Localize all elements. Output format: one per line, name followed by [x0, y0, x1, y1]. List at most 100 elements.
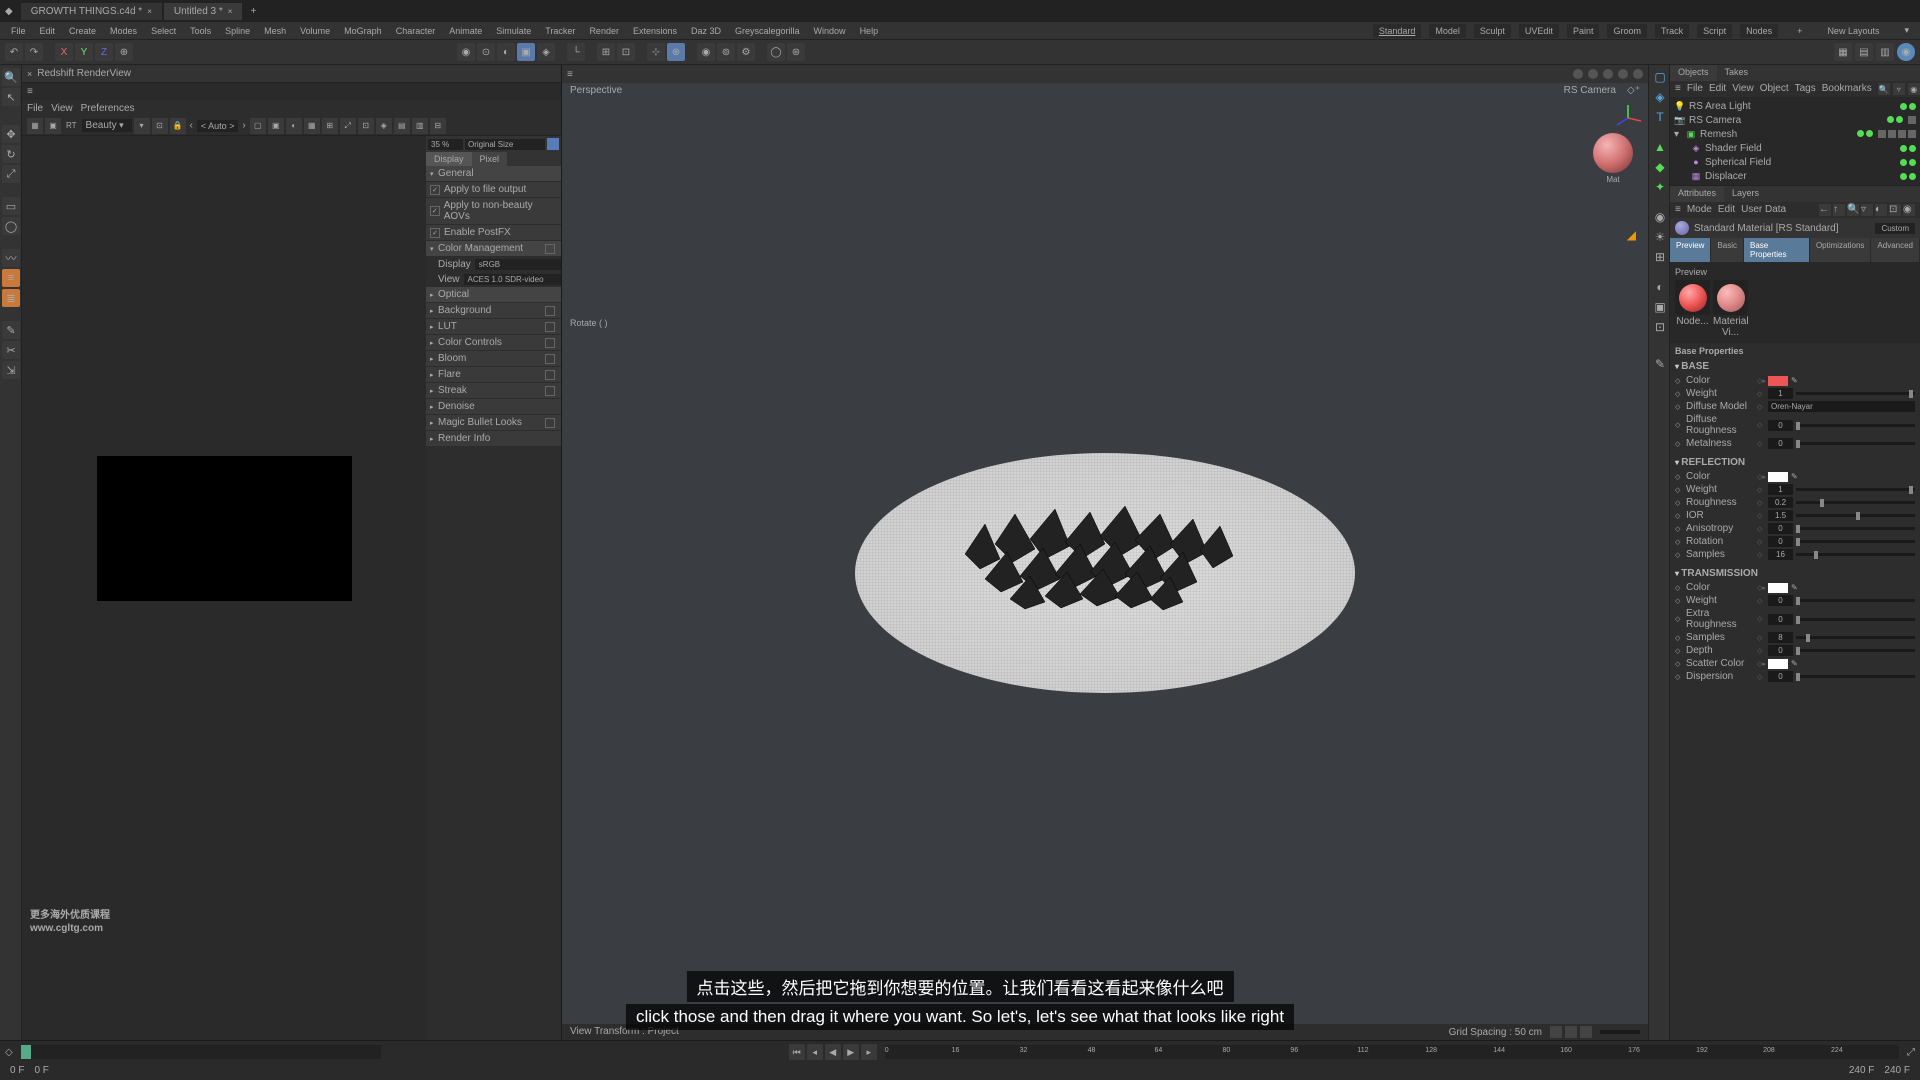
select-icon[interactable]: ▭ — [2, 197, 20, 215]
mtab-opt[interactable]: Optimizations — [1810, 238, 1870, 262]
menu-spline[interactable]: Spline — [219, 24, 256, 38]
rv-i9[interactable]: ▤ — [394, 118, 410, 134]
snap-1[interactable]: ⊞ — [597, 43, 615, 61]
vp-footer-i3[interactable] — [1580, 1026, 1592, 1038]
file-tab-2[interactable]: Untitled 3 *× — [164, 3, 243, 20]
rotate-icon[interactable]: ↻ — [2, 145, 20, 163]
rv-btn-lock[interactable]: 🔒 — [170, 118, 186, 134]
env-icon[interactable]: ◐ — [1651, 278, 1669, 296]
ior-input[interactable]: 1.5 — [1768, 510, 1793, 521]
obj-menu-object[interactable]: Object — [1760, 83, 1789, 95]
hamburger-icon[interactable]: ≡ — [1675, 204, 1681, 216]
layout-sculpt[interactable]: Sculpt — [1474, 24, 1511, 38]
rv-i6[interactable]: ⤢ — [340, 118, 356, 134]
obj-menu-file[interactable]: File — [1687, 83, 1703, 95]
vp-dot-3[interactable] — [1603, 69, 1613, 79]
axis-gizmo[interactable] — [1613, 103, 1643, 133]
weight-input[interactable]: 1 — [1768, 388, 1793, 399]
rv-btn-3[interactable]: ▾ — [134, 118, 150, 134]
depth-input[interactable]: 0 — [1768, 645, 1793, 656]
tsamples-input[interactable]: 8 — [1768, 632, 1793, 643]
colorcontrols-section[interactable]: ▸Color Controls — [426, 335, 561, 350]
close-icon[interactable]: × — [27, 69, 32, 79]
rv-menu-prefs[interactable]: Preferences — [81, 103, 135, 114]
primitive-icon[interactable]: ◈ — [1651, 88, 1669, 106]
samples-input[interactable]: 16 — [1768, 549, 1793, 560]
mtab-adv[interactable]: Advanced — [1871, 238, 1919, 262]
rv-btn-4[interactable]: ⊡ — [152, 118, 168, 134]
obj-menu-view[interactable]: View — [1732, 83, 1754, 95]
rot-input[interactable]: 0 — [1768, 536, 1793, 547]
scale-icon[interactable]: ⤢ — [2, 165, 20, 183]
colormgmt-section[interactable]: ▾Color Management — [426, 241, 561, 256]
mtab-baseprops[interactable]: Base Properties — [1744, 238, 1809, 262]
refl-weight-slider[interactable] — [1796, 488, 1915, 491]
optical-section[interactable]: ▸Optical — [426, 287, 561, 302]
toggle-button[interactable] — [547, 138, 559, 150]
key-icon[interactable]: ◇ — [5, 1047, 13, 1058]
field-icon[interactable]: ✦ — [1651, 178, 1669, 196]
vp-dot-1[interactable] — [1573, 69, 1583, 79]
attr-menu-edit[interactable]: Edit — [1718, 204, 1735, 216]
layout-model[interactable]: Model — [1429, 24, 1466, 38]
ior-slider[interactable] — [1796, 514, 1915, 517]
rv-i7[interactable]: ⊡ — [358, 118, 374, 134]
metal-slider[interactable] — [1796, 442, 1915, 445]
menu-edit[interactable]: Edit — [34, 24, 62, 38]
scene-icon[interactable]: ▣ — [1651, 298, 1669, 316]
reflection-section[interactable]: ▾ REFLECTION — [1675, 455, 1915, 470]
weight-slider[interactable] — [1796, 392, 1915, 395]
menu-file[interactable]: File — [5, 24, 32, 38]
eyedropper-icon[interactable]: ✎ — [1791, 583, 1801, 592]
obj-remesh[interactable]: ▾▣Remesh — [1672, 127, 1918, 141]
prev-frame-button[interactable]: ◀ — [825, 1044, 841, 1060]
obj-menu-tags[interactable]: Tags — [1795, 83, 1816, 95]
snap-4[interactable]: ⊕ — [667, 43, 685, 61]
view-dropdown[interactable]: ACES 1.0 SDR-video — [464, 274, 562, 285]
vp-footer-i1[interactable] — [1550, 1026, 1562, 1038]
obj-menu-bookmarks[interactable]: Bookmarks — [1822, 83, 1872, 95]
display-dropdown[interactable]: sRGB — [475, 259, 561, 270]
menu-window[interactable]: Window — [808, 24, 852, 38]
cursor-icon[interactable]: ↖ — [2, 88, 20, 106]
base-color-swatch[interactable] — [1768, 376, 1788, 386]
vp-dot-2[interactable] — [1588, 69, 1598, 79]
end-frame-1[interactable]: 240 F — [1849, 1065, 1875, 1076]
z-axis-button[interactable]: Z — [95, 43, 113, 61]
file-tab-1[interactable]: GROWTH THINGS.c4d *× — [21, 3, 162, 20]
panel-1[interactable]: ▦ — [1834, 43, 1852, 61]
disp-input[interactable]: 0 — [1768, 671, 1793, 682]
refl-weight-input[interactable]: 1 — [1768, 484, 1793, 495]
menu-simulate[interactable]: Simulate — [490, 24, 537, 38]
preview-ball-1[interactable] — [1675, 280, 1710, 315]
trans-weight-input[interactable]: 0 — [1768, 595, 1793, 606]
snap-2[interactable]: ⊡ — [617, 43, 635, 61]
lut-section[interactable]: ▸LUT — [426, 319, 561, 334]
denoise-section[interactable]: ▸Denoise — [426, 399, 561, 414]
attr-menu-mode[interactable]: Mode — [1687, 204, 1712, 216]
auto-dropdown[interactable]: < Auto > — [197, 120, 239, 132]
aniso-input[interactable]: 0 — [1768, 523, 1793, 534]
viewport[interactable]: ≡ Perspective RS Camera ◇⁺ Mat ◢ Rotate — [562, 65, 1648, 1040]
layout-standard[interactable]: Standard — [1373, 24, 1422, 38]
layers-tab[interactable]: Layers — [1724, 186, 1767, 202]
expand-icon[interactable]: ⤢ — [1907, 1047, 1915, 1058]
menu-tools[interactable]: Tools — [184, 24, 217, 38]
beauty-dropdown[interactable]: Beauty ▾ — [82, 119, 132, 132]
menu-mograph[interactable]: MoGraph — [338, 24, 388, 38]
rv-i1[interactable]: ▢ — [250, 118, 266, 134]
tool-3[interactable]: ◐ — [497, 43, 515, 61]
takes-tab[interactable]: Takes — [1717, 65, 1757, 81]
vp-dot-5[interactable] — [1633, 69, 1643, 79]
rough-slider[interactable] — [1796, 501, 1915, 504]
prev-key-button[interactable]: ◂ — [807, 1044, 823, 1060]
menu-render[interactable]: Render — [583, 24, 625, 38]
zoom-dropdown[interactable]: 35 % — [428, 139, 463, 150]
renderinfo-section[interactable]: ▸Render Info — [426, 431, 561, 446]
rv-i5[interactable]: ⊞ — [322, 118, 338, 134]
tool-4[interactable]: ▣ — [517, 43, 535, 61]
next-frame-button[interactable]: ▸ — [861, 1044, 877, 1060]
end-frame-2[interactable]: 240 F — [1884, 1065, 1910, 1076]
rv-menu-view[interactable]: View — [51, 103, 73, 114]
general-section[interactable]: ▾General — [426, 166, 561, 181]
